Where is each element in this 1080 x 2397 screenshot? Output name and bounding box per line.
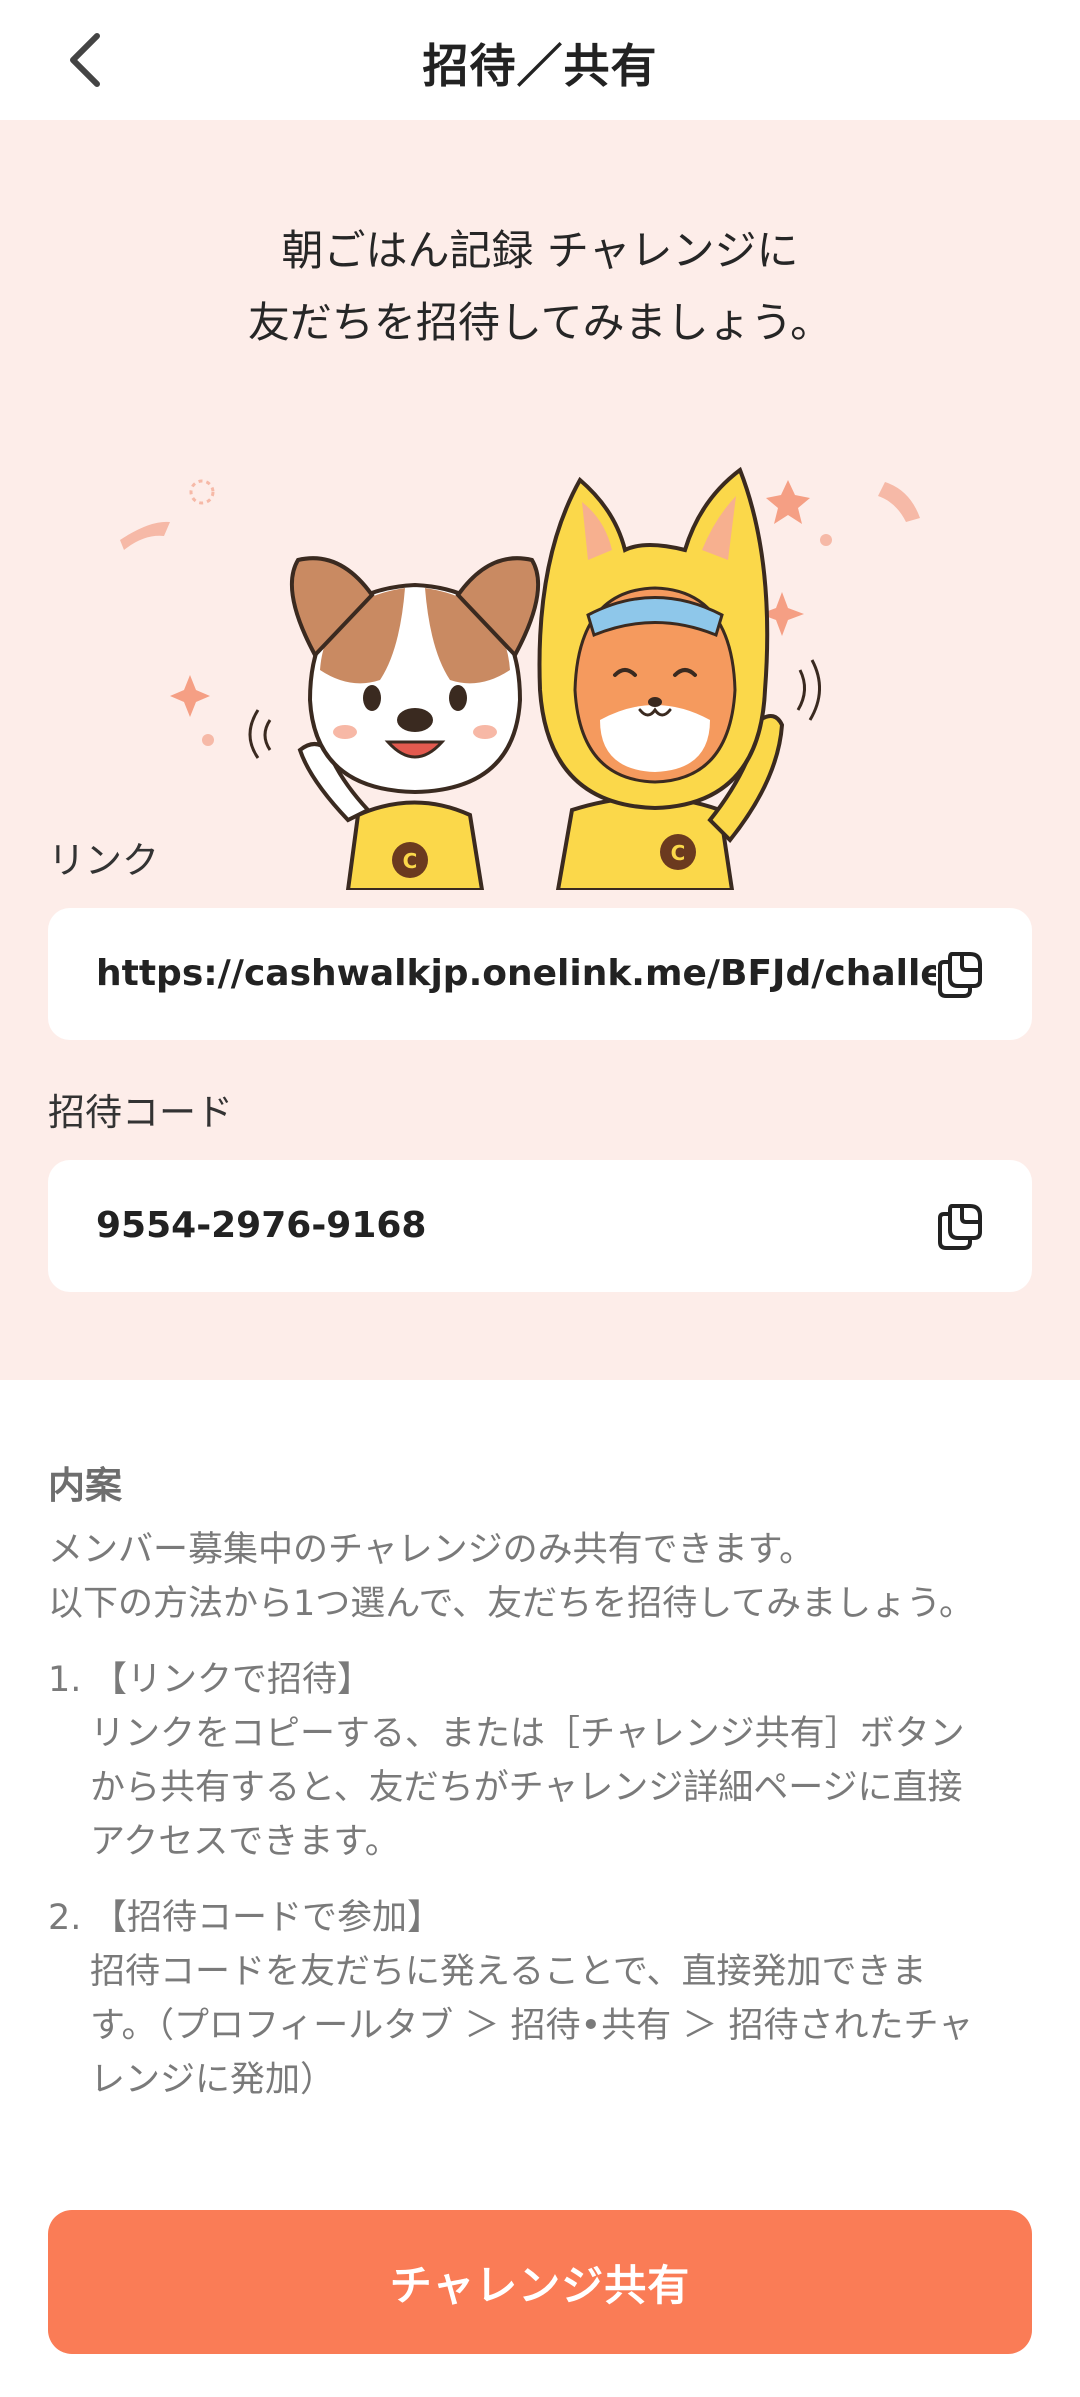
link-label: リンク xyxy=(48,839,159,882)
item-body-line: 招待コードを友だちに発えることで、直接発加できま xyxy=(90,1952,927,1992)
item-body-line: す。（プロフィールタブ ＞ 招待•共有 ＞ 招待されたチャ xyxy=(90,2006,974,2046)
svg-text:C: C xyxy=(403,849,418,873)
item-body-line: レンジに発加） xyxy=(90,2060,336,2100)
copy-icon xyxy=(938,952,982,998)
info-line-2: 以下の方法から1つ選んで、友だちを招待してみましょう。 xyxy=(48,1584,974,1624)
link-value: https://cashwalkjp.onelink.me/BFJd/chall… xyxy=(96,953,936,994)
item-body-line: から共有すると、友だちがチャレンジ詳細ページに直接 xyxy=(90,1768,963,1808)
copy-code-button[interactable] xyxy=(932,1198,988,1254)
item-number: 1. xyxy=(48,1660,82,1700)
dog-mascot: C xyxy=(248,556,541,890)
hero-message-line-2: 友だちを招待してみましょう。 xyxy=(247,298,833,347)
hero-message-line-1: 朝ごはん記録 チャレンジに xyxy=(281,226,799,275)
item-number: 2. xyxy=(48,1898,82,1938)
item-body-line: リンクをコピーする、または［チャレンジ共有］ボタン xyxy=(90,1714,965,1754)
invite-code-field: 9554-2976-9168 xyxy=(48,1160,1032,1292)
info-line-1: メンバー募集中のチャレンジのみ共有できます。 xyxy=(48,1530,815,1570)
cat-mascot: C xyxy=(537,466,822,890)
item-heading: 【リンクで招待】 xyxy=(92,1660,373,1700)
copy-icon xyxy=(938,1204,982,1250)
invite-code-label: 招待コード xyxy=(48,1091,233,1134)
info-item-link: 1. 【リンクで招待】 リンクをコピーする、または［チャレンジ共有］ボタン から… xyxy=(48,1653,1038,1869)
copy-link-button[interactable] xyxy=(932,946,988,1002)
mascots-illustration: C C xyxy=(120,466,920,890)
invite-code-value: 9554-2976-9168 xyxy=(96,1205,427,1246)
svg-text:C: C xyxy=(671,841,686,865)
info-section: 内案 メンバー募集中のチャレンジのみ共有できます。 以下の方法から1つ選んで、友… xyxy=(48,1455,1038,2107)
info-description: メンバー募集中のチャレンジのみ共有できます。 以下の方法から1つ選んで、友だちを… xyxy=(48,1523,1038,1631)
invite-hero-section: 朝ごはん記録 チャレンジに 友だちを招待してみましょう。 C C リンク htt… xyxy=(0,120,1080,1380)
page-title: 招待／共有 xyxy=(422,39,658,93)
info-item-code: 2. 【招待コードで参加】 招待コードを友だちに発えることで、直接発加できま す… xyxy=(48,1891,1038,2107)
item-heading: 【招待コードで参加】 xyxy=(92,1898,443,1938)
share-challenge-button[interactable]: チャレンジ共有 xyxy=(48,2210,1032,2354)
link-field: https://cashwalkjp.onelink.me/BFJd/chall… xyxy=(48,908,1032,1040)
hero-message: 朝ごはん記録 チャレンジに 友だちを招待してみましょう。 xyxy=(0,215,1080,359)
info-title: 内案 xyxy=(48,1464,122,1507)
item-body-line: アクセスできます。 xyxy=(90,1822,400,1862)
app-header: 招待／共有 xyxy=(0,0,1080,120)
